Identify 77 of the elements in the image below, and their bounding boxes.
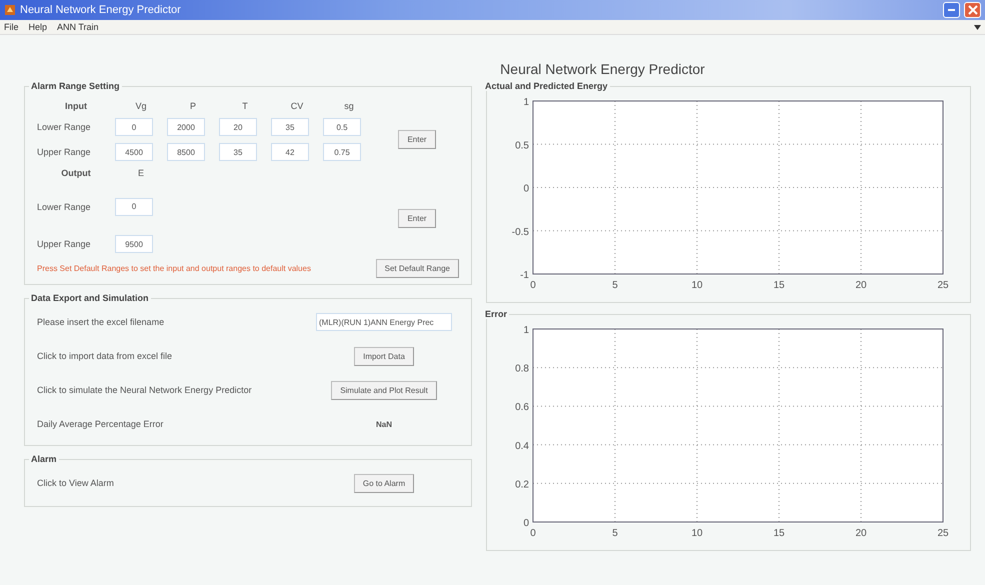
panel-title: Actual and Predicted Energy [484,81,609,91]
close-icon [968,5,978,15]
tick-label: 0 [530,280,536,291]
panel-title: Error [484,309,508,319]
error-value: NaN [376,420,392,428]
menu-item[interactable]: ANN Train [57,22,99,32]
range-field[interactable]: 0 [115,118,153,136]
tick-label: 10 [691,280,703,291]
range-field[interactable]: 0.75 [323,143,361,161]
close-button[interactable] [964,2,981,18]
column-label: sg [343,101,355,111]
range-field[interactable]: 20 [219,118,257,136]
range-field[interactable]: 42 [271,143,309,161]
enter-button[interactable]: Enter [398,130,436,149]
tick-label: 1 [523,97,529,108]
tick-label: -1 [520,270,529,281]
row-label: Upper Range [37,147,92,157]
dropdown-arrow-icon [974,24,981,30]
row-label: Daily Average Percentage Error [37,419,164,429]
column-label: Vg [134,101,148,111]
hint-text: Press Set Default Ranges to set the input and output ranges to default values [37,264,311,273]
action-button[interactable]: Simulate and Plot Result [331,380,437,400]
panel-title: Alarm Range Setting [30,81,121,91]
tick-label: 1 [523,325,529,336]
tick-label: 25 [937,528,949,539]
tick-label: 15 [773,528,785,539]
tick-label: 5 [612,528,618,539]
tick-label: 0.5 [515,140,529,152]
tick-label: 5 [612,280,618,291]
action-button[interactable]: Import Data [354,346,414,366]
tick-label: 0 [523,184,529,194]
menu-item[interactable]: Help [28,22,48,32]
tick-label: 0 [523,518,529,529]
range-field[interactable]: 35 [271,118,309,136]
panel-title: Alarm [30,454,58,464]
app-icon [4,4,16,16]
tick-label: 25 [937,280,949,291]
window-title: Neural Network Energy Predictor [20,4,181,16]
range-field[interactable]: 2000 [167,118,205,136]
tick-label: 20 [855,528,867,539]
output-label: Output [60,168,92,178]
column-label: P [188,101,197,111]
filename-field[interactable]: (MLR)(RUN 1)ANN Energy Prec [316,313,452,331]
page-heading: Neural Network Energy Predictor [499,60,706,79]
minimize-button[interactable] [943,2,960,18]
tick-label: 0.2 [515,479,529,490]
row-label: Upper Range [37,239,92,249]
column-label: CV [290,101,304,111]
tick-label: 0.4 [515,440,529,452]
enter-button[interactable]: Enter [398,209,436,228]
range-field[interactable]: 9500 [115,235,153,253]
tick-label: 20 [855,280,867,291]
set-default-button[interactable]: Set Default Range [376,259,459,278]
row-label: Lower Range [37,202,92,212]
row-label: Click to simulate the Neural Network Energy Predictor [37,385,253,395]
go-to-alarm-button[interactable]: Go to Alarm [354,474,414,492]
tick-label: 0.6 [515,402,529,414]
tick-label: 0.8 [515,364,529,375]
range-field[interactable]: 4500 [115,143,153,161]
row-label: Click to View Alarm [37,478,115,488]
row-label: Please insert the excel filename [37,317,166,327]
column-label: T [241,101,249,111]
row-label: Click to import data from excel file [37,351,174,361]
range-field[interactable]: 8500 [167,143,205,161]
input-label: Input [64,101,88,111]
tick-label: -0.5 [512,226,529,238]
column-label: E [136,168,145,178]
tick-label: 0 [530,528,536,539]
range-field[interactable]: 0.5 [323,118,361,136]
range-field[interactable]: 0 [115,198,153,216]
minimize-icon [948,9,955,11]
row-label: Lower Range [37,122,92,132]
menu-item[interactable]: File [4,22,19,32]
tick-label: 15 [773,280,785,291]
range-field[interactable]: 35 [219,143,257,161]
tick-label: 10 [691,528,703,539]
panel-title: Data Export and Simulation [30,293,150,303]
